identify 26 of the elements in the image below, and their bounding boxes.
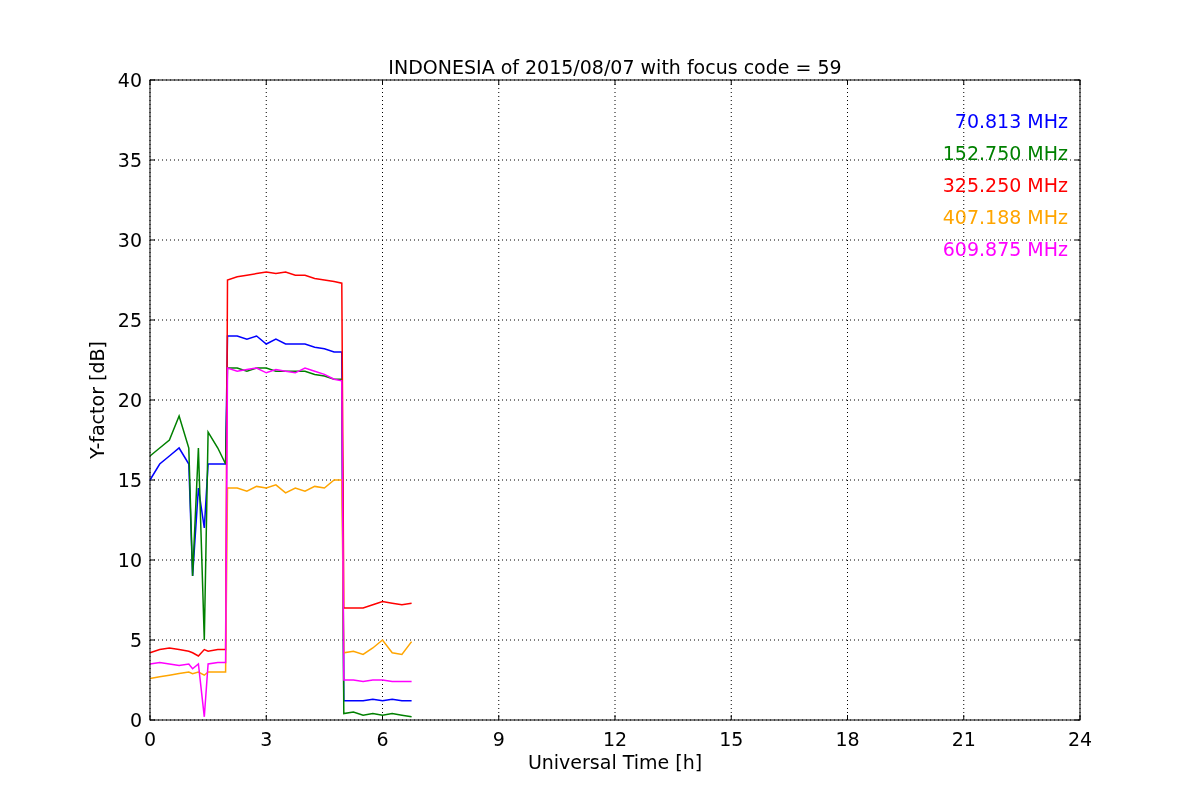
tick-label: 6 xyxy=(376,728,389,750)
tick-label: 24 xyxy=(1067,728,1093,750)
tick-label: 0 xyxy=(129,709,142,731)
tick-label: 5 xyxy=(129,629,142,651)
tick-label: 18 xyxy=(835,728,860,750)
tick-label: 9 xyxy=(492,728,505,750)
tick-label: 0 xyxy=(143,728,157,750)
legend-label: 152.750 MHz xyxy=(942,142,1068,164)
tick-label: 30 xyxy=(117,229,142,251)
legend-label: 70.813 MHz xyxy=(954,110,1068,132)
tick-label: 21 xyxy=(951,728,976,750)
tick-label: 3 xyxy=(260,728,273,750)
tick-label: 35 xyxy=(117,149,142,171)
tick-label: 15 xyxy=(719,728,744,750)
tick-label: 20 xyxy=(117,389,142,411)
tick-label: 40 xyxy=(117,69,142,91)
axis-label: Universal Time [h] xyxy=(527,751,703,773)
legend-label: 325.250 MHz xyxy=(942,174,1068,196)
tick-label: 15 xyxy=(117,469,142,491)
legend-label: 609.875 MHz xyxy=(942,238,1068,260)
axis-label: Y-factor [dB] xyxy=(86,341,108,459)
tick-label: 10 xyxy=(117,549,142,571)
tick-label: 25 xyxy=(117,309,142,331)
chart-title: INDONESIA of 2015/08/07 with focus code = 59 xyxy=(388,56,842,78)
tick-label: 12 xyxy=(602,728,628,750)
legend-label: 407.188 MHz xyxy=(942,206,1068,228)
